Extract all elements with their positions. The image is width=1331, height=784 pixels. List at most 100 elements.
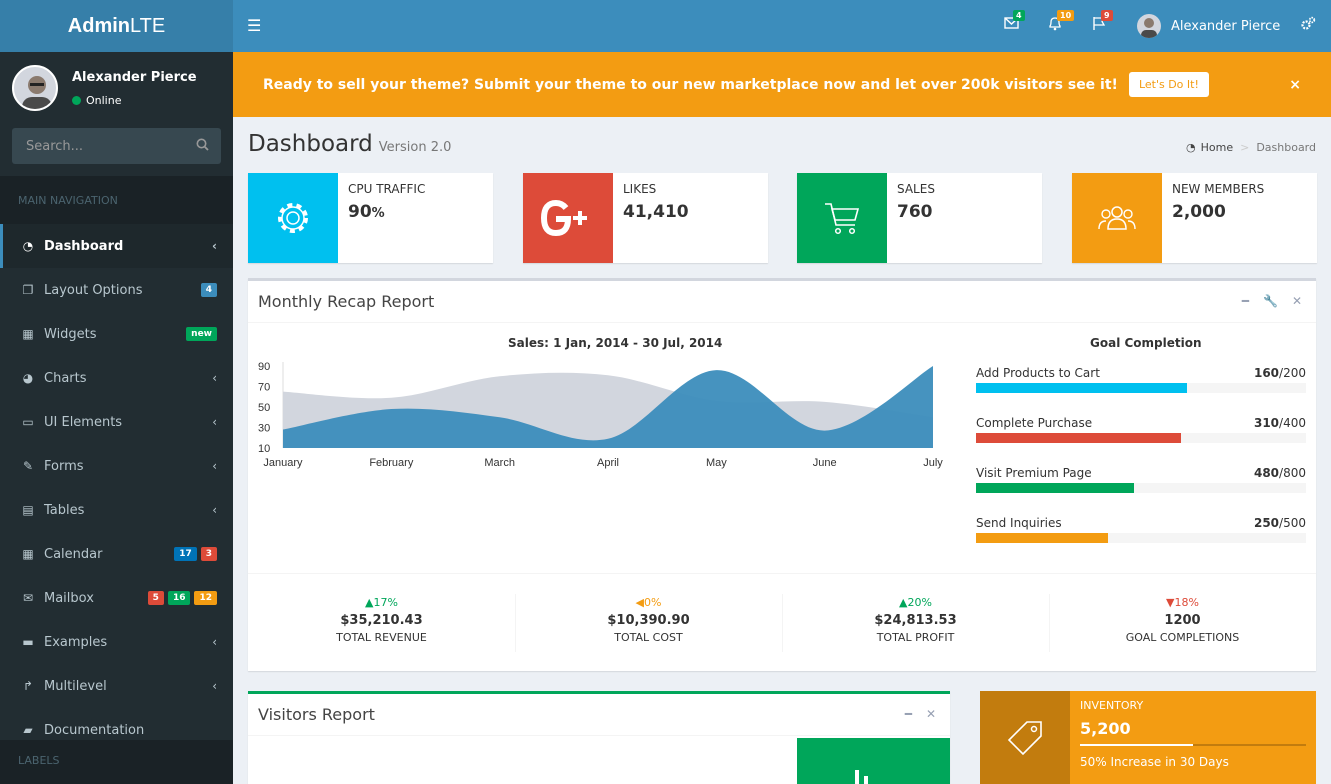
- stat-percentage: ▲17%: [365, 596, 398, 609]
- minus-icon[interactable]: ━: [905, 707, 912, 721]
- widgets-badge: new: [186, 327, 217, 341]
- calendar-badge-red: 3: [200, 547, 217, 561]
- x-tick-label: April: [597, 457, 619, 469]
- google-plus-icon: [523, 173, 613, 263]
- sidebar-search: [12, 128, 221, 164]
- mailbox-badge-green: 16: [167, 591, 191, 605]
- progress-bar: [976, 533, 1108, 543]
- wrench-icon[interactable]: 🔧: [1263, 294, 1278, 308]
- stat-label: TOTAL COST: [614, 631, 683, 644]
- stat-percentage: ▲20%: [899, 596, 932, 609]
- minus-icon[interactable]: ━: [1242, 294, 1249, 308]
- envelope-icon[interactable]: 4: [1004, 10, 1025, 34]
- sidebar-item-layout-options[interactable]: ❐ Layout Options 4: [0, 268, 233, 312]
- table-icon: ▤: [22, 503, 34, 517]
- online-status-icon: [72, 95, 81, 105]
- sidebar-item-tables[interactable]: ▤ Tables ‹: [0, 488, 233, 532]
- y-tick-label: 50: [258, 402, 270, 414]
- chart-title: Sales: 1 Jan, 2014 - 30 Jul, 2014: [508, 336, 723, 350]
- stat-label: GOAL COMPLETIONS: [1125, 631, 1240, 644]
- close-icon[interactable]: ×: [1289, 77, 1301, 93]
- info-box-label: LIKES: [623, 182, 657, 196]
- goal-label: Send Inquiries: [976, 516, 1062, 530]
- stat-percentage: ▼18%: [1166, 596, 1199, 609]
- sidebar-item-widgets[interactable]: ▦ Widgets new: [0, 312, 233, 356]
- search-input[interactable]: [26, 138, 176, 154]
- sidebar-item-calendar[interactable]: ▦ Calendar 17 3: [0, 532, 233, 576]
- folder-icon: ▬: [22, 635, 34, 649]
- layout-options-badge: 4: [200, 283, 217, 297]
- tasks-badge: 9: [1101, 10, 1113, 21]
- stat-amount: $24,813.53: [874, 613, 957, 628]
- y-tick-label: 70: [258, 382, 270, 394]
- caret-down-icon: ▼: [1166, 596, 1175, 609]
- chevron-left-icon: ‹: [212, 415, 217, 429]
- inventory-info-box: INVENTORY 5,200 50% Increase in 30 Days: [980, 691, 1316, 784]
- shopping-cart-icon: [797, 173, 887, 263]
- mailbox-badge-red: 5: [147, 591, 164, 605]
- mailbox-badge-yellow: 12: [194, 591, 217, 605]
- x-tick-label: January: [263, 457, 303, 469]
- chevron-left-icon: ‹: [212, 459, 217, 473]
- goal-progress: Complete Purchase 310/400: [976, 416, 1306, 443]
- user-menu[interactable]: Alexander Pierce: [1137, 14, 1280, 38]
- main-content: Dashboard Version 2.0 ◔ Home > Dashboard …: [233, 117, 1331, 784]
- brand-logo[interactable]: Admin LTE: [0, 0, 233, 52]
- calendar-icon: ▦: [22, 547, 34, 561]
- user-status-label: Online: [86, 93, 122, 107]
- info-box-members: NEW MEMBERS 2,000: [1072, 173, 1317, 263]
- close-icon[interactable]: ✕: [1292, 294, 1302, 308]
- sidebar-item-mailbox[interactable]: ✉ Mailbox 5 16 12: [0, 576, 233, 620]
- user-panel: Alexander Pierce Online: [0, 52, 233, 124]
- dashboard-icon: ◔: [1186, 141, 1196, 154]
- sidebar-item-charts[interactable]: ◕ Charts ‹: [0, 356, 233, 400]
- close-icon[interactable]: ✕: [926, 707, 936, 721]
- caret-up-icon: ▲: [365, 596, 374, 609]
- recap-stats: ▲17% $35,210.43 TOTAL REVENUE ◀0% $10,39…: [248, 573, 1316, 672]
- user-name: Alexander Pierce: [72, 69, 197, 85]
- avatar: [1137, 14, 1161, 38]
- stat-label: TOTAL PROFIT: [876, 631, 955, 644]
- lets-do-it-button[interactable]: Let's Do It!: [1128, 72, 1209, 97]
- x-tick-label: February: [369, 457, 414, 469]
- goal-label: Add Products to Cart: [976, 366, 1100, 380]
- x-tick-label: May: [706, 457, 727, 469]
- brand-name-bold: Admin: [67, 14, 130, 37]
- bell-icon[interactable]: 10: [1048, 10, 1075, 35]
- breadcrumb: ◔ Home > Dashboard: [1186, 141, 1316, 154]
- sidebar-item-dashboard[interactable]: ◔ Dashboard ‹: [0, 224, 233, 268]
- search-icon[interactable]: [196, 138, 209, 155]
- visitors-side-panel: [797, 738, 950, 784]
- stat-amount: 1200: [1164, 613, 1201, 628]
- stat-goal-completions: ▼18% 1200 GOAL COMPLETIONS: [1049, 574, 1316, 672]
- sidebar-item-multilevel[interactable]: ↱ Multilevel ‹: [0, 664, 233, 708]
- flag-icon[interactable]: 9: [1092, 10, 1113, 35]
- info-box-value: 90%: [348, 202, 385, 222]
- box-header: Monthly Recap Report ━ 🔧 ✕: [248, 281, 1316, 323]
- sidebar-item-forms[interactable]: ✎ Forms ‹: [0, 444, 233, 488]
- sidebar-item-examples[interactable]: ▬ Examples ‹: [0, 620, 233, 664]
- promo-banner: Ready to sell your theme? Submit your th…: [233, 52, 1331, 117]
- main-navigation-header: MAIN NAVIGATION: [0, 176, 233, 224]
- visitors-report-box: Visitors Report ━ ✕: [248, 691, 950, 784]
- sales-area-chart: 10 30 50 70 90 January February March April May Ju…: [258, 361, 943, 469]
- sidebar-toggle-icon[interactable]: ☰: [247, 16, 261, 35]
- pie-chart-icon: ◕: [22, 371, 34, 385]
- gears-icon[interactable]: [1300, 16, 1316, 35]
- x-tick-label: March: [484, 457, 515, 469]
- stat-total-profit: ▲20% $24,813.53 TOTAL PROFIT: [782, 574, 1049, 672]
- user-status[interactable]: Online: [72, 94, 197, 107]
- book-icon: ▰: [23, 723, 33, 737]
- breadcrumb-home[interactable]: Home: [1201, 141, 1233, 154]
- caret-up-icon: ▲: [899, 596, 908, 609]
- files-icon: ❐: [22, 283, 34, 297]
- sidebar-item-ui-elements[interactable]: ▭ UI Elements ‹: [0, 400, 233, 444]
- stat-percentage: ◀0%: [635, 596, 662, 609]
- info-box-sales: SALES 760: [797, 173, 1042, 263]
- tag-icon: [980, 691, 1070, 784]
- y-tick-label: 10: [258, 443, 270, 455]
- envelope-icon: ✉: [22, 591, 34, 605]
- goal-label: Visit Premium Page: [976, 466, 1092, 480]
- info-box-value: 41,410: [623, 202, 689, 222]
- notifications-badge: 10: [1057, 10, 1075, 21]
